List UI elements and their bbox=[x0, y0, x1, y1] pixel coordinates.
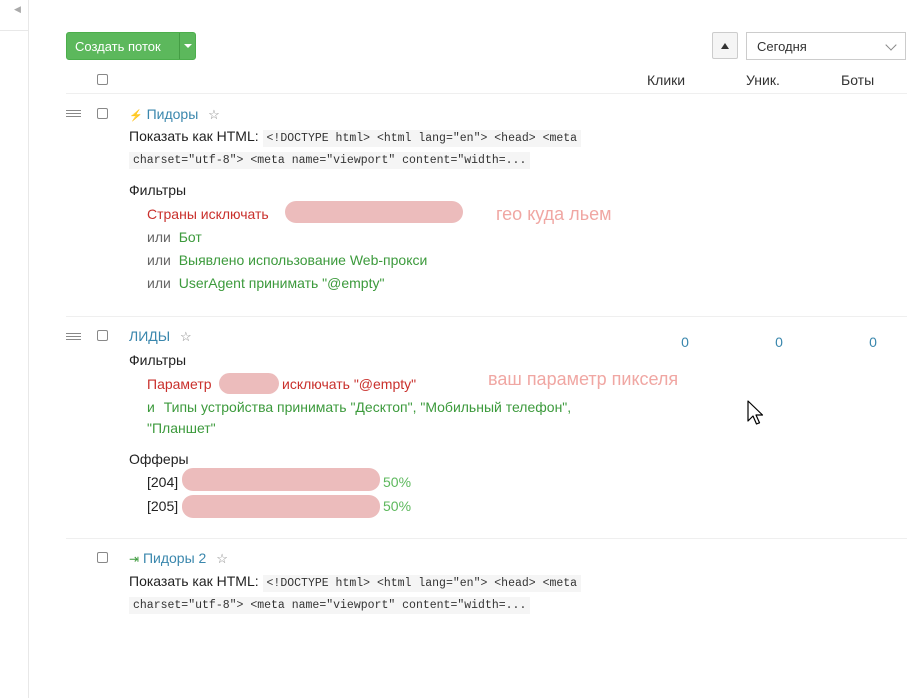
filter-device-types-cont: "Планшет" bbox=[147, 420, 216, 436]
flow-title-row: ⚡ Пидоры ☆ bbox=[129, 106, 220, 123]
drag-handle-icon[interactable] bbox=[66, 333, 81, 342]
offer-id[interactable]: [205] bbox=[147, 498, 178, 514]
show-html-label: Показать как HTML: bbox=[129, 573, 259, 589]
show-html-block: Показать как HTML: <!DOCTYPE html> <html… bbox=[129, 573, 609, 595]
offers-heading: Офферы bbox=[129, 451, 189, 467]
star-icon[interactable]: ☆ bbox=[216, 551, 228, 566]
row-divider bbox=[66, 538, 907, 539]
filters-heading: Фильтры bbox=[129, 352, 187, 368]
triangle-up-icon bbox=[721, 42, 729, 49]
create-flow-dropdown-toggle[interactable] bbox=[180, 44, 195, 48]
filter-row: и Типы устройства принимать "Десктоп", "… bbox=[147, 399, 571, 415]
column-header-unique[interactable]: Уник. bbox=[746, 72, 780, 88]
filter-parameter: Параметр bbox=[147, 376, 212, 392]
star-icon[interactable]: ☆ bbox=[180, 329, 192, 344]
offer-share: 50% bbox=[383, 474, 412, 490]
html-code-snippet-line1: <!DOCTYPE html> <html lang="en"> <head> … bbox=[262, 575, 582, 592]
clicks-count[interactable]: 0 bbox=[672, 334, 698, 350]
filter-row-rest: исключать "@empty" bbox=[282, 376, 416, 392]
mouse-cursor-icon bbox=[747, 400, 764, 425]
flow-checkbox[interactable] bbox=[97, 552, 108, 563]
filter-row: или Бот bbox=[147, 229, 202, 245]
star-icon[interactable]: ☆ bbox=[208, 107, 220, 122]
filter-operator: или bbox=[147, 229, 171, 245]
flow-checkbox[interactable] bbox=[97, 330, 108, 341]
show-html-code-line2: charset="utf-8"> <meta name="viewport" c… bbox=[129, 150, 531, 172]
select-all-checkbox[interactable] bbox=[97, 74, 108, 85]
show-html-label: Показать как HTML: bbox=[129, 128, 259, 144]
unique-count[interactable]: 0 bbox=[766, 334, 792, 350]
create-flow-button[interactable]: Создать поток bbox=[66, 32, 196, 60]
filter-row-continuation: "Планшет" bbox=[147, 420, 216, 436]
offer-id[interactable]: [204] bbox=[147, 474, 178, 490]
redacted-value bbox=[182, 495, 380, 518]
offer-share: 50% bbox=[383, 498, 412, 514]
html-code-snippet-line2: charset="utf-8"> <meta name="viewport" c… bbox=[129, 152, 531, 169]
redacted-value bbox=[182, 468, 380, 491]
filter-bot: Бот bbox=[178, 229, 202, 245]
annotation-text: ваш параметр пикселя bbox=[488, 369, 679, 389]
filter-country-exclude: Страны исключать bbox=[147, 206, 269, 222]
row-divider bbox=[66, 316, 907, 317]
annotation-text: гео куда льем bbox=[496, 204, 612, 224]
filter-useragent: UserAgent принимать "@empty" bbox=[178, 275, 385, 291]
flow-checkbox[interactable] bbox=[97, 108, 108, 119]
filter-web-proxy: Выявлено использование Web-прокси bbox=[178, 252, 428, 268]
html-code-snippet-line2: charset="utf-8"> <meta name="viewport" c… bbox=[129, 597, 531, 614]
bots-count[interactable]: 0 bbox=[860, 334, 886, 350]
filter-operator: и bbox=[147, 399, 155, 415]
column-header-clicks[interactable]: Клики bbox=[647, 72, 685, 88]
drag-handle-icon[interactable] bbox=[66, 110, 81, 119]
flow-name-link[interactable]: ЛИДЫ bbox=[129, 328, 170, 344]
flow-title-row: ⇥ Пидоры 2 ☆ bbox=[129, 550, 228, 567]
sidebar-divider bbox=[28, 0, 29, 698]
collapse-sidebar-icon[interactable]: ◀ bbox=[14, 4, 21, 15]
html-code-snippet-line1: <!DOCTYPE html> <html lang="en"> <head> … bbox=[262, 130, 582, 147]
filter-parameter-rule: исключать "@empty" bbox=[282, 376, 417, 392]
create-flow-label: Создать поток bbox=[75, 38, 161, 54]
flow-title-row: ЛИДЫ ☆ bbox=[129, 328, 192, 345]
filters-heading: Фильтры bbox=[129, 182, 187, 198]
filter-row: или UserAgent принимать "@empty" bbox=[147, 275, 384, 291]
filter-operator: или bbox=[147, 252, 171, 268]
caret-down-icon bbox=[183, 44, 192, 48]
redirect-icon: ⇥ bbox=[129, 552, 140, 566]
flow-name-link[interactable]: Пидоры bbox=[147, 106, 199, 122]
filter-device-types: Типы устройства принимать "Десктоп", "Мо… bbox=[163, 399, 572, 415]
lightning-icon: ⚡ bbox=[129, 110, 143, 122]
sort-toggle-button[interactable] bbox=[712, 32, 738, 59]
show-html-code-line2: charset="utf-8"> <meta name="viewport" c… bbox=[129, 595, 531, 617]
filter-operator: или bbox=[147, 275, 171, 291]
filter-row: Параметр bbox=[147, 376, 212, 392]
redacted-value bbox=[219, 373, 279, 394]
column-header-bots[interactable]: Боты bbox=[841, 72, 874, 88]
period-select[interactable]: Сегодня bbox=[746, 32, 906, 60]
sidebar-top-line bbox=[0, 30, 28, 31]
header-divider bbox=[66, 93, 907, 94]
filter-row: Страны исключать bbox=[147, 206, 269, 222]
show-html-block: Показать как HTML: <!DOCTYPE html> <html… bbox=[129, 128, 609, 150]
period-select-value: Сегодня bbox=[757, 38, 807, 54]
chevron-down-icon bbox=[885, 39, 897, 51]
flow-name-link[interactable]: Пидоры 2 bbox=[143, 550, 206, 566]
redacted-value bbox=[285, 201, 463, 223]
filter-row: или Выявлено использование Web-прокси bbox=[147, 252, 427, 268]
